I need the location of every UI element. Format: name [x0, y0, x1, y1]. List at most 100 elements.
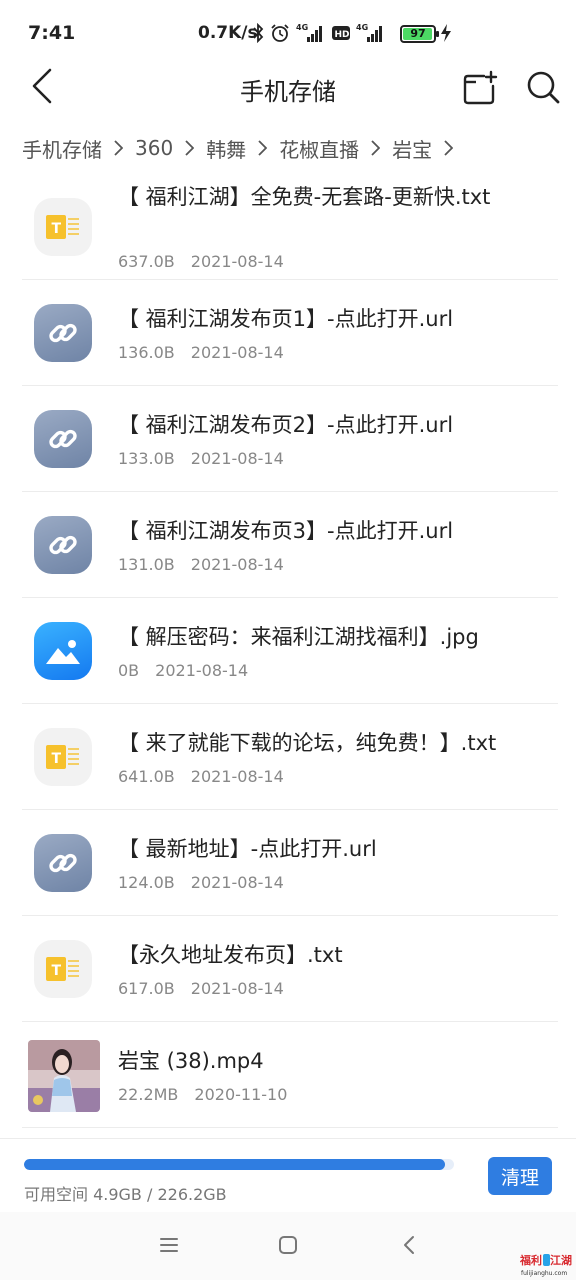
status-icons: 4G HD 4G — [252, 20, 386, 46]
file-row[interactable]: T 【 来了就能下载的论坛，纯免费！】.txt 641.0B 2021-08-14 — [0, 704, 576, 810]
breadcrumb-item[interactable]: 花椒直播 — [279, 134, 359, 163]
storage-progress-fill — [24, 1159, 445, 1170]
file-meta: 641.0B 2021-08-14 — [118, 767, 284, 786]
search-button[interactable] — [524, 68, 562, 106]
svg-text:T: T — [52, 221, 62, 237]
link-icon — [34, 304, 92, 362]
image-file-icon — [34, 622, 92, 680]
svg-text:fulijianghu.com: fulijianghu.com — [521, 1270, 567, 1277]
clean-button[interactable]: 清理 — [488, 1157, 552, 1195]
chevron-right-icon — [258, 140, 268, 156]
new-folder-button[interactable] — [462, 70, 498, 106]
file-meta: 136.0B 2021-08-14 — [118, 343, 284, 362]
back-nav-button[interactable] — [394, 1232, 424, 1262]
file-date: 2021-08-14 — [190, 252, 284, 271]
file-meta: 133.0B 2021-08-14 — [118, 449, 284, 468]
home-button[interactable] — [273, 1232, 303, 1262]
network-speed: 0.7K/s — [198, 23, 258, 43]
menu-icon — [159, 1236, 179, 1258]
battery-percent: 97 — [410, 27, 426, 40]
text-file-icon: T — [34, 940, 92, 998]
file-name: 【 最新地址】-点此打开.url — [118, 837, 377, 861]
breadcrumb-item[interactable]: 手机存储 — [22, 134, 102, 163]
file-date: 2021-08-14 — [190, 449, 284, 468]
back-triangle-icon — [402, 1235, 416, 1259]
breadcrumb: 手机存储 360 韩舞 花椒直播 岩宝 — [22, 130, 465, 166]
storage-panel: 可用空间 4.9GB / 226.2GB 清理 — [0, 1138, 576, 1212]
file-size: 136.0B — [118, 343, 175, 362]
file-row[interactable]: T 【 福利江湖】全免费-无套路-更新快.txt 637.0B 2021-08-1… — [0, 172, 576, 280]
link-icon — [34, 834, 92, 892]
home-square-icon — [278, 1235, 298, 1259]
file-name: 【 福利江湖发布页1】-点此打开.url — [118, 307, 454, 331]
file-name: 【永久地址发布页】.txt — [118, 943, 343, 967]
charging-icon — [440, 24, 452, 46]
file-name: 岩宝 (38).mp4 — [118, 1049, 264, 1073]
file-row[interactable]: T 【永久地址发布页】.txt 617.0B 2021-08-14 — [0, 916, 576, 1022]
file-row[interactable]: 【 福利江湖发布页1】-点此打开.url 136.0B 2021-08-14 — [0, 280, 576, 386]
file-row[interactable]: 【 解压密码：来福利江湖找福利】.jpg 0B 2021-08-14 — [0, 598, 576, 704]
chevron-right-icon — [371, 140, 381, 156]
text-file-icon: T — [34, 728, 92, 786]
breadcrumb-item[interactable]: 韩舞 — [206, 134, 246, 163]
chevron-left-icon — [31, 68, 53, 108]
status-bar: 7:41 0.7K/s 4G HD 4G 97 — [0, 0, 576, 64]
file-row[interactable]: 岩宝 (38).mp4 22.2MB 2020-11-10 — [0, 1022, 576, 1128]
file-name: 【 福利江湖发布页2】-点此打开.url — [118, 413, 454, 437]
file-size: 637.0B — [118, 252, 175, 271]
file-name: 【 福利江湖发布页3】-点此打开.url — [118, 519, 454, 543]
file-meta: 131.0B 2021-08-14 — [118, 555, 284, 574]
file-size: 617.0B — [118, 979, 175, 998]
chevron-right-icon — [444, 140, 454, 156]
svg-text:T: T — [52, 751, 62, 767]
watermark-logo: 福利 江湖 fulijianghu.com — [519, 1252, 574, 1278]
svg-text:福利: 福利 — [520, 1253, 542, 1267]
alarm-icon — [270, 23, 290, 43]
signal-4g-icon: 4G — [356, 22, 386, 44]
link-icon — [34, 516, 92, 574]
file-list: T 【 福利江湖】全免费-无套路-更新快.txt 637.0B 2021-08-1… — [0, 172, 576, 1130]
svg-text:HD: HD — [335, 30, 350, 40]
file-meta: 124.0B 2021-08-14 — [118, 873, 284, 892]
svg-text:江湖: 江湖 — [550, 1253, 572, 1267]
file-meta: 0B 2021-08-14 — [118, 661, 248, 680]
chevron-right-icon — [185, 140, 195, 156]
file-name: 【 来了就能下载的论坛，纯免费！】.txt — [118, 731, 497, 755]
file-date: 2021-08-14 — [190, 343, 284, 362]
file-date: 2021-08-14 — [190, 979, 284, 998]
battery-indicator: 97 — [400, 25, 439, 43]
file-date: 2021-08-14 — [190, 555, 284, 574]
signal-4g-icon: 4G — [296, 22, 326, 44]
status-time: 7:41 — [28, 22, 76, 44]
file-date: 2020-11-10 — [194, 1085, 288, 1104]
svg-text:4G: 4G — [296, 23, 308, 32]
chevron-right-icon — [114, 140, 123, 156]
file-name: 【 福利江湖】全免费-无套路-更新快.txt — [118, 185, 491, 209]
breadcrumb-item[interactable]: 岩宝 — [392, 134, 432, 163]
file-size: 0B — [118, 661, 140, 680]
storage-text: 可用空间 4.9GB / 226.2GB — [24, 1185, 227, 1204]
file-date: 2021-08-14 — [190, 767, 284, 786]
file-size: 22.2MB — [118, 1085, 179, 1104]
video-thumbnail — [28, 1040, 100, 1112]
svg-text:T: T — [52, 963, 62, 979]
svg-text:4G: 4G — [356, 23, 368, 32]
back-button[interactable] — [22, 66, 62, 110]
file-row[interactable]: 【 福利江湖发布页2】-点此打开.url 133.0B 2021-08-14 — [0, 386, 576, 492]
file-date: 2021-08-14 — [155, 661, 249, 680]
breadcrumb-item[interactable]: 360 — [135, 136, 173, 160]
file-size: 133.0B — [118, 449, 175, 468]
storage-progress-bar — [24, 1159, 454, 1170]
file-row[interactable]: 【 福利江湖发布页3】-点此打开.url 131.0B 2021-08-14 — [0, 492, 576, 598]
file-meta: 637.0B 2021-08-14 — [118, 252, 284, 271]
search-icon — [524, 71, 562, 110]
file-size: 641.0B — [118, 767, 175, 786]
file-row[interactable]: 【 最新地址】-点此打开.url 124.0B 2021-08-14 — [0, 810, 576, 916]
file-meta: 617.0B 2021-08-14 — [118, 979, 284, 998]
menu-button[interactable] — [154, 1232, 184, 1262]
app-header: 手机存储 — [0, 64, 576, 114]
new-folder-icon — [462, 70, 498, 110]
link-icon — [34, 410, 92, 468]
text-file-icon: T — [34, 198, 92, 256]
bluetooth-icon — [252, 23, 264, 43]
